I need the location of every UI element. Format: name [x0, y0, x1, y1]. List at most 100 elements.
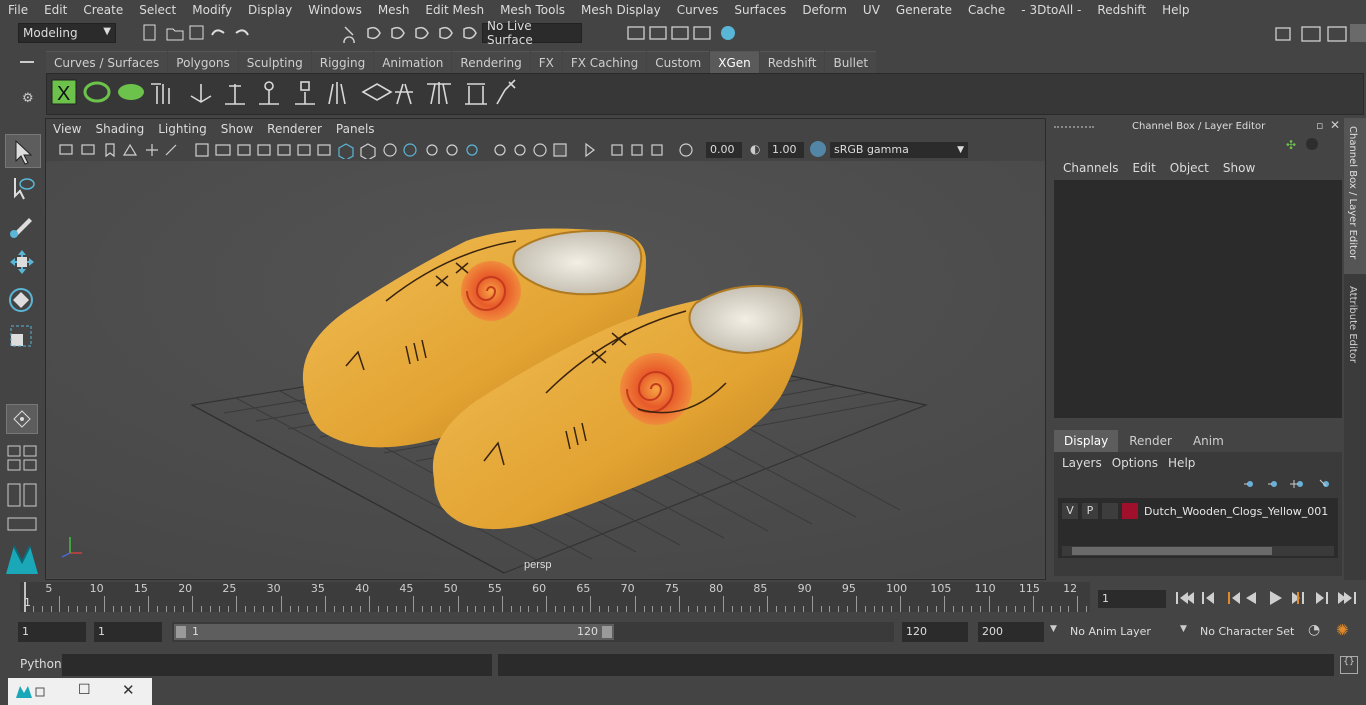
- menu-curves[interactable]: Curves: [669, 3, 727, 17]
- shelf-tab-fx[interactable]: FX: [530, 51, 562, 74]
- workspace-icons[interactable]: [1270, 22, 1366, 44]
- playback-controls[interactable]: [1172, 588, 1364, 608]
- float-icon[interactable]: ▫: [1316, 119, 1323, 132]
- shelf-tab-animation[interactable]: Animation: [374, 51, 452, 74]
- axis-icon[interactable]: ✣: [1286, 138, 1296, 152]
- drag-handle[interactable]: [1054, 126, 1094, 134]
- viewport-menu-show[interactable]: Show: [214, 122, 260, 136]
- viewport-menu-shading[interactable]: Shading: [88, 122, 151, 136]
- move-tool[interactable]: [5, 246, 39, 278]
- menu-3dtoall[interactable]: - 3DtoAll -: [1013, 3, 1089, 17]
- menu-modify[interactable]: Modify: [184, 3, 240, 17]
- layer-row[interactable]: V P Dutch_Wooden_Clogs_Yellow_001: [1062, 502, 1334, 520]
- channel-menu-channels[interactable]: Channels: [1056, 158, 1126, 178]
- menu-mesh-tools[interactable]: Mesh Tools: [492, 3, 573, 17]
- command-language-label[interactable]: Python: [20, 657, 62, 671]
- file-icons[interactable]: [140, 23, 260, 43]
- layer-menu-options[interactable]: Options: [1110, 456, 1166, 470]
- menu-uv[interactable]: UV: [855, 3, 888, 17]
- layer-color-swatch[interactable]: [1122, 503, 1138, 519]
- xgen-tool-icons[interactable]: X: [47, 74, 517, 112]
- layer-tab-display[interactable]: Display: [1054, 430, 1119, 452]
- playback-end-field[interactable]: 120: [902, 622, 968, 642]
- tab-attribute-editor[interactable]: Attribute Editor: [1344, 278, 1366, 378]
- shelf-tab-bullet[interactable]: Bullet: [825, 51, 877, 74]
- render-icons[interactable]: [626, 23, 746, 43]
- layer-visibility-toggle[interactable]: V: [1062, 503, 1078, 519]
- menu-deform[interactable]: Deform: [794, 3, 855, 17]
- shelf-tab-custom[interactable]: Custom: [647, 51, 710, 74]
- range-slider-handle[interactable]: 1 120: [174, 624, 614, 640]
- layer-name[interactable]: Dutch_Wooden_Clogs_Yellow_001: [1144, 505, 1328, 518]
- menu-mesh-display[interactable]: Mesh Display: [573, 3, 669, 17]
- shelf-tab-xgen[interactable]: XGen: [710, 51, 759, 74]
- playback-start-field[interactable]: 1: [94, 622, 162, 642]
- auto-key-icon[interactable]: ◔: [1308, 622, 1320, 638]
- layer-menu-layers[interactable]: Layers: [1060, 456, 1110, 470]
- menu-redshift[interactable]: Redshift: [1089, 3, 1154, 17]
- menu-create[interactable]: Create: [75, 3, 131, 17]
- script-editor-icon[interactable]: {}: [1340, 656, 1358, 674]
- gear-icon[interactable]: ⚙: [22, 91, 34, 106]
- shelf-options[interactable]: ⚙: [18, 55, 38, 115]
- rotate-tool[interactable]: [5, 284, 39, 316]
- chevron-down-icon[interactable]: ▼: [1050, 624, 1057, 634]
- scene-end-field[interactable]: 200: [978, 622, 1044, 642]
- menu-edit-mesh[interactable]: Edit Mesh: [417, 3, 492, 17]
- shelf-tab-rigging[interactable]: Rigging: [311, 51, 374, 74]
- exposure-field[interactable]: 0.00: [706, 142, 742, 158]
- current-frame-field[interactable]: 1: [1098, 590, 1166, 608]
- close-icon[interactable]: ✕: [122, 681, 135, 699]
- shelf-tab-rendering[interactable]: Rendering: [452, 51, 530, 74]
- channel-menu-object[interactable]: Object: [1163, 158, 1216, 178]
- layer-menu-help[interactable]: Help: [1166, 456, 1203, 470]
- viewport-toolbar-icons[interactable]: [56, 141, 696, 159]
- scene-canvas[interactable]: persp: [46, 161, 1045, 578]
- shelf-tab-polygons[interactable]: Polygons: [168, 51, 238, 74]
- viewport-menu-renderer[interactable]: Renderer: [260, 122, 329, 136]
- shelf-tab-fx-caching[interactable]: FX Caching: [562, 51, 647, 74]
- snap-settings-button[interactable]: [6, 404, 38, 434]
- timeline-track[interactable]: 5 10 15 20 25 30 35 40 45 50 55 60 65 70 75 80 85 90 95 100…: [20, 582, 1090, 612]
- viewport-menu-lighting[interactable]: Lighting: [151, 122, 214, 136]
- layer-action-icons[interactable]: [1242, 476, 1338, 492]
- selection-mask-icons[interactable]: [340, 23, 480, 43]
- shelf-tab-sculpting[interactable]: Sculpting: [238, 51, 311, 74]
- color-management-icon[interactable]: [810, 141, 826, 157]
- live-surface-field[interactable]: No Live Surface: [482, 19, 582, 47]
- anim-prefs-icon[interactable]: ✺: [1336, 621, 1349, 639]
- command-input[interactable]: [62, 654, 492, 676]
- menu-generate[interactable]: Generate: [888, 3, 960, 17]
- channel-list[interactable]: [1054, 180, 1342, 418]
- layout-icons[interactable]: [6, 444, 38, 534]
- color-space-dropdown[interactable]: sRGB gamma ▼: [830, 142, 968, 158]
- chevron-down-icon[interactable]: ▼: [1180, 624, 1187, 634]
- mode-selector[interactable]: Modeling ▼: [18, 23, 116, 43]
- menu-edit[interactable]: Edit: [36, 3, 75, 17]
- menu-windows[interactable]: Windows: [300, 3, 370, 17]
- menu-help[interactable]: Help: [1154, 3, 1197, 17]
- layer-playback-toggle[interactable]: P: [1082, 503, 1098, 519]
- character-set-dropdown[interactable]: No Character Set: [1200, 622, 1300, 642]
- anim-layer-dropdown[interactable]: No Anim Layer: [1070, 622, 1170, 642]
- viewport-menu-view[interactable]: View: [46, 122, 88, 136]
- menu-surfaces[interactable]: Surfaces: [726, 3, 794, 17]
- close-icon[interactable]: ✕: [1330, 118, 1340, 132]
- tab-channel-box[interactable]: Channel Box / Layer Editor: [1344, 118, 1366, 274]
- select-tool[interactable]: [5, 134, 41, 168]
- range-slider[interactable]: 1 120: [172, 622, 894, 642]
- viewport-panel[interactable]: View Shading Lighting Show Renderer Panels: [45, 118, 1046, 580]
- scene-start-field[interactable]: 1: [18, 622, 86, 642]
- menu-cache[interactable]: Cache: [960, 3, 1013, 17]
- paint-tool[interactable]: [5, 208, 39, 240]
- scale-tool[interactable]: [5, 320, 39, 352]
- menu-file[interactable]: File: [0, 3, 36, 17]
- layer-tab-render[interactable]: Render: [1119, 430, 1182, 452]
- menu-display[interactable]: Display: [240, 3, 300, 17]
- channel-menu-show[interactable]: Show: [1216, 158, 1262, 178]
- shelf-tab-curves-surfaces[interactable]: Curves / Surfaces: [46, 51, 168, 74]
- viewport-menu-panels[interactable]: Panels: [329, 122, 382, 136]
- layer-scrollbar[interactable]: [1062, 546, 1334, 556]
- channel-menu-edit[interactable]: Edit: [1126, 158, 1163, 178]
- menu-mesh[interactable]: Mesh: [370, 3, 418, 17]
